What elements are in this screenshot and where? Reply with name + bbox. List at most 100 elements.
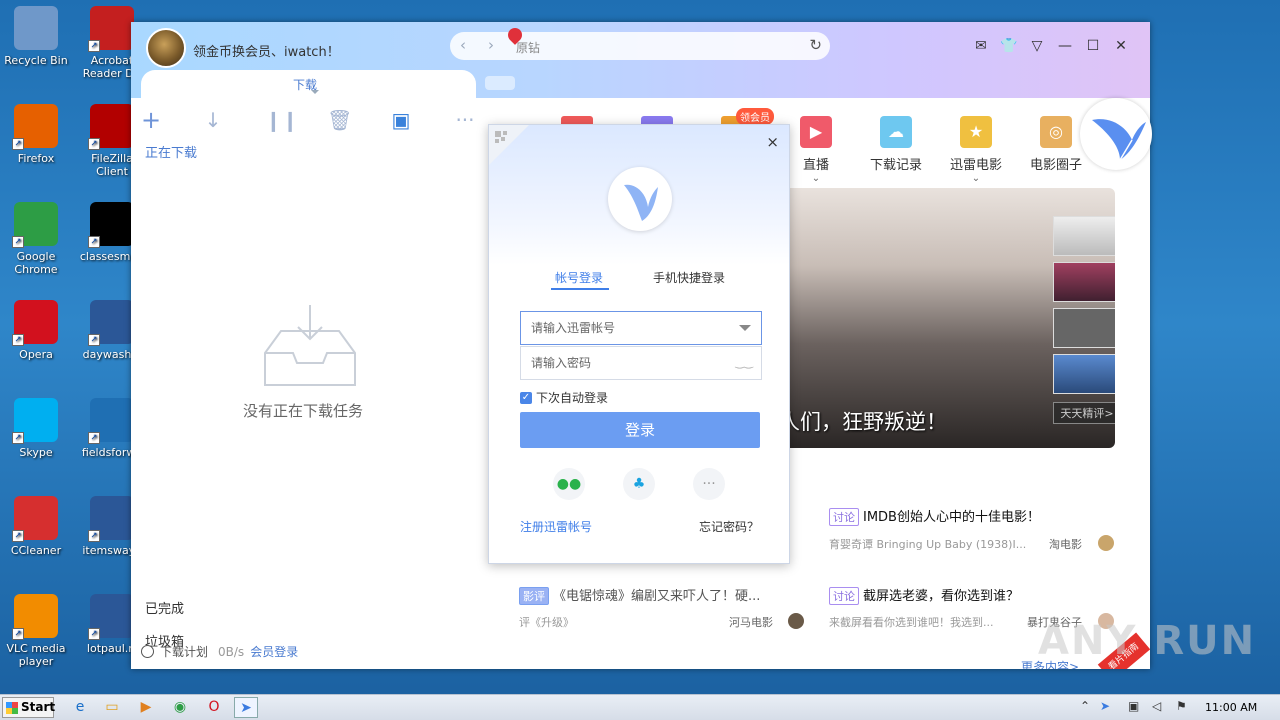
phone-icon[interactable]: ▣: [389, 108, 413, 132]
more-icon[interactable]: ···: [453, 108, 477, 132]
speed-value: 0B/s: [218, 644, 245, 659]
tray-expand-icon[interactable]: ⌃: [1080, 699, 1090, 713]
desktop-icon[interactable]: ↗ Opera: [0, 300, 72, 361]
thunder-taskbar-icon[interactable]: ➤: [234, 697, 258, 718]
dropdown-arrow-icon[interactable]: [739, 325, 751, 331]
desktop-icon[interactable]: ↗ Skype: [0, 398, 72, 459]
desktop-icon[interactable]: ↗ VLC media player: [0, 594, 72, 668]
skin-icon[interactable]: 👕: [999, 36, 1019, 56]
forgot-password-link[interactable]: 忘记密码？: [699, 518, 759, 535]
desktop-icon[interactable]: ↗ Firefox: [0, 104, 72, 165]
desktop-icon-label: Firefox: [17, 152, 55, 165]
volume-icon[interactable]: ◁: [1152, 699, 1161, 713]
app-icon: ↗: [12, 202, 58, 248]
qr-code-icon[interactable]: [489, 125, 529, 165]
url-placeholder[interactable]: 原钻: [516, 39, 540, 56]
chevron-down-icon[interactable]: ⌄: [781, 174, 851, 184]
bird-logo-icon: [1092, 119, 1146, 161]
add-task-icon[interactable]: +: [139, 108, 163, 132]
pause-icon[interactable]: ❙❙: [265, 108, 299, 132]
password-input[interactable]: 请输入密码 ‿‿: [520, 346, 762, 380]
login-button[interactable]: 登录: [520, 412, 760, 448]
app-icon: ↗: [88, 594, 134, 640]
feature-item[interactable]: ☁ 下载记录: [861, 116, 931, 173]
url-bar[interactable]: ‹ › 原钻 ↻: [450, 25, 830, 60]
daily-review-button[interactable]: 天天精评>: [1053, 402, 1115, 424]
tab-ghost[interactable]: [485, 76, 515, 90]
banner-thumb[interactable]: [1053, 216, 1115, 256]
category-completed[interactable]: 已完成: [145, 598, 184, 617]
news-subtitle: 育婴奇谭 Bringing Up Baby (1938)I...: [829, 538, 1027, 551]
shortcut-arrow-icon: ↗: [12, 432, 24, 444]
chevron-down-icon[interactable]: ⌄: [941, 174, 1011, 184]
news-item[interactable]: 影评 《电锯惊魂》编剧又来吓人了！硬...: [519, 585, 760, 605]
register-link[interactable]: 注册迅雷帐号: [520, 518, 592, 535]
promo-text[interactable]: 领金币换会员、iwatch！: [193, 41, 340, 60]
desktop-icon-label: Recycle Bin: [4, 54, 68, 67]
explorer-icon[interactable]: ▭: [100, 697, 124, 718]
category-downloading[interactable]: 正在下载: [145, 142, 197, 161]
news-author[interactable]: 淘电影: [1049, 536, 1082, 552]
news-item[interactable]: 讨论 截屏选老婆，看你选到谁？: [829, 585, 1019, 605]
taskbar-clock[interactable]: 11:00 AM: [1205, 701, 1257, 714]
desktop-icon[interactable]: Recycle Bin: [0, 6, 72, 67]
empty-inbox-icon: [264, 305, 356, 386]
checkbox-checked-icon[interactable]: ✓: [520, 391, 532, 404]
hide-password-icon[interactable]: ‿‿: [735, 347, 753, 379]
desktop-icon[interactable]: ↗ CCleaner: [0, 496, 72, 557]
ie-icon[interactable]: e: [68, 697, 92, 718]
back-icon[interactable]: ‹: [460, 36, 466, 54]
news-author[interactable]: 河马电影: [729, 614, 773, 630]
banner-thumb[interactable]: [1053, 262, 1115, 302]
tab-download[interactable]: 下载: [141, 70, 476, 100]
member-login-link[interactable]: 会员登录: [250, 643, 298, 660]
news-item[interactable]: 讨论 IMDB创始人心中的十佳电影！: [829, 506, 1040, 526]
banner-thumb[interactable]: [1053, 354, 1115, 394]
more-login-icon[interactable]: ···: [693, 468, 725, 500]
feature-icon: ◎: [1040, 116, 1072, 148]
delete-icon[interactable]: 🗑: [327, 108, 352, 132]
network-icon[interactable]: ▣: [1128, 699, 1139, 713]
account-input[interactable]: 请输入迅雷帐号: [520, 311, 762, 345]
feature-item[interactable]: ★ 迅雷电影 ⌄: [941, 116, 1011, 184]
shortcut-arrow-icon: ↗: [12, 530, 24, 542]
news-title: IMDB创始人心中的十佳电影！: [863, 510, 1040, 525]
menu-icon[interactable]: ▽: [1027, 36, 1047, 56]
opera-icon[interactable]: O: [202, 697, 226, 718]
chevron-down-icon: [311, 90, 319, 94]
shortcut-arrow-icon: ↗: [88, 40, 100, 52]
news-title: 截屏选老婆，看你选到谁？: [863, 589, 1020, 604]
forward-icon[interactable]: ›: [488, 36, 494, 54]
news-subtitle: 评《升级》: [519, 616, 574, 629]
wechat-icon[interactable]: ●●: [553, 468, 585, 500]
account-placeholder: 请输入迅雷帐号: [531, 321, 616, 335]
download-plan[interactable]: 下载计划: [160, 643, 208, 660]
tab-phone-login[interactable]: 手机快捷登录: [653, 269, 725, 286]
app-icon: ↗: [88, 496, 134, 542]
refresh-icon[interactable]: ↻: [809, 36, 822, 54]
user-avatar[interactable]: [146, 28, 186, 68]
thunder-tray-icon[interactable]: ➤: [1100, 699, 1110, 713]
feature-item[interactable]: ▶ 直播 ⌄: [781, 116, 851, 184]
banner-thumb[interactable]: [1053, 308, 1115, 348]
flag-icon[interactable]: ⚑: [1176, 699, 1187, 713]
start-button[interactable]: Start: [2, 697, 55, 718]
maximize-button[interactable]: ☐: [1083, 36, 1103, 56]
tab-account-login[interactable]: 帐号登录: [555, 269, 603, 286]
vip-badge: 领会员: [736, 108, 774, 125]
chrome-icon[interactable]: ◉: [168, 697, 192, 718]
thunder-logo[interactable]: [1080, 98, 1152, 170]
app-icon: ↗: [88, 398, 134, 444]
feature-icon: ▶: [800, 116, 832, 148]
shortcut-arrow-icon: ↗: [88, 236, 100, 248]
close-button[interactable]: ✕: [1111, 36, 1131, 56]
download-icon[interactable]: ↓: [201, 108, 225, 132]
mail-icon[interactable]: ✉: [971, 36, 991, 56]
minimize-button[interactable]: —: [1055, 36, 1075, 56]
qq-icon[interactable]: ♣: [623, 468, 655, 500]
desktop-icon[interactable]: ↗ Google Chrome: [0, 202, 72, 276]
auto-login-checkbox[interactable]: ✓ 下次自动登录: [520, 389, 608, 406]
login-header: ×: [489, 125, 789, 265]
media-player-icon[interactable]: ▶: [134, 697, 158, 718]
close-icon[interactable]: ×: [766, 133, 779, 151]
